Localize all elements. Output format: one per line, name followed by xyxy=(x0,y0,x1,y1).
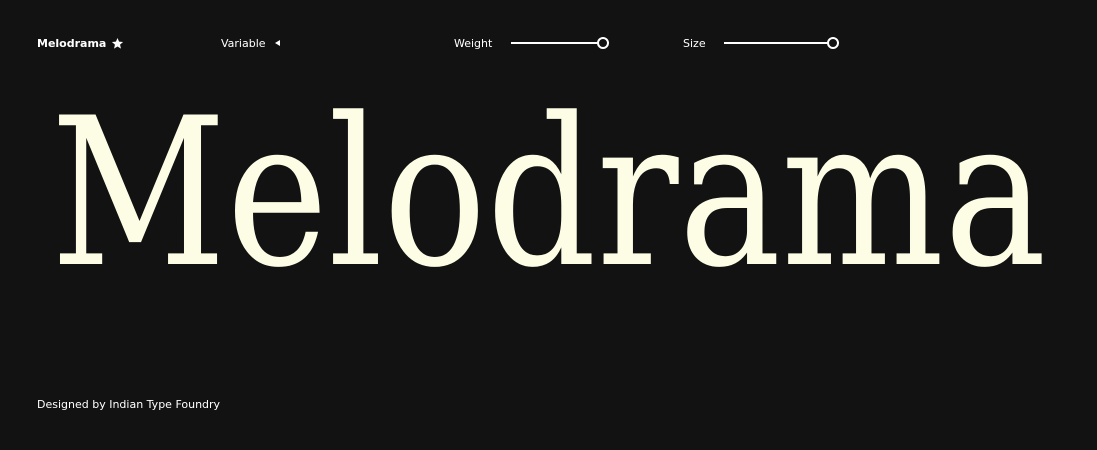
weight-slider[interactable] xyxy=(511,34,609,52)
style-select[interactable]: Variable xyxy=(221,34,280,52)
designer-credit: Designed by Indian Type Foundry xyxy=(37,398,221,411)
star-icon[interactable] xyxy=(111,37,124,50)
size-slider-fill xyxy=(724,42,833,44)
size-slider[interactable] xyxy=(724,34,839,52)
specimen-svg: Melodrama xyxy=(51,90,1047,275)
weight-label: Weight xyxy=(454,36,493,50)
specimen-text: Melodrama xyxy=(51,90,1047,275)
type-specimen[interactable]: Melodrama xyxy=(0,90,1097,275)
caret-left-icon xyxy=(274,40,280,46)
style-select-label: Variable xyxy=(221,36,266,50)
size-label: Size xyxy=(683,36,706,50)
weight-slider-thumb[interactable] xyxy=(597,37,609,49)
size-slider-thumb[interactable] xyxy=(827,37,839,49)
type-tester-toolbar: Melodrama Variable Weight Size xyxy=(0,34,1097,52)
font-name-label: Melodrama xyxy=(37,36,107,50)
weight-slider-fill xyxy=(511,42,603,44)
font-name-button[interactable]: Melodrama xyxy=(37,34,124,52)
